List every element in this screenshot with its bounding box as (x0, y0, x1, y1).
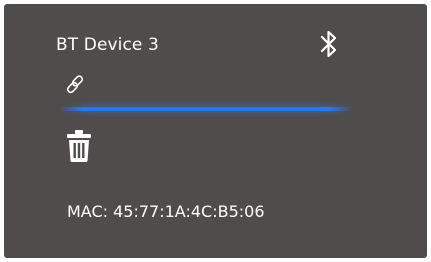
delete-device-button[interactable] (64, 129, 94, 163)
mac-address: MAC: 45:77:1A:4C:B5:06 (67, 202, 265, 221)
accent-divider (60, 107, 352, 111)
link-icon[interactable] (64, 73, 88, 97)
bt-device-card[interactable]: BT Device 3 MAC: 45:77:1A:4C:B5:06 (4, 4, 427, 258)
device-name: BT Device 3 (56, 35, 159, 55)
bluetooth-icon (318, 28, 340, 60)
trash-icon (64, 130, 94, 167)
